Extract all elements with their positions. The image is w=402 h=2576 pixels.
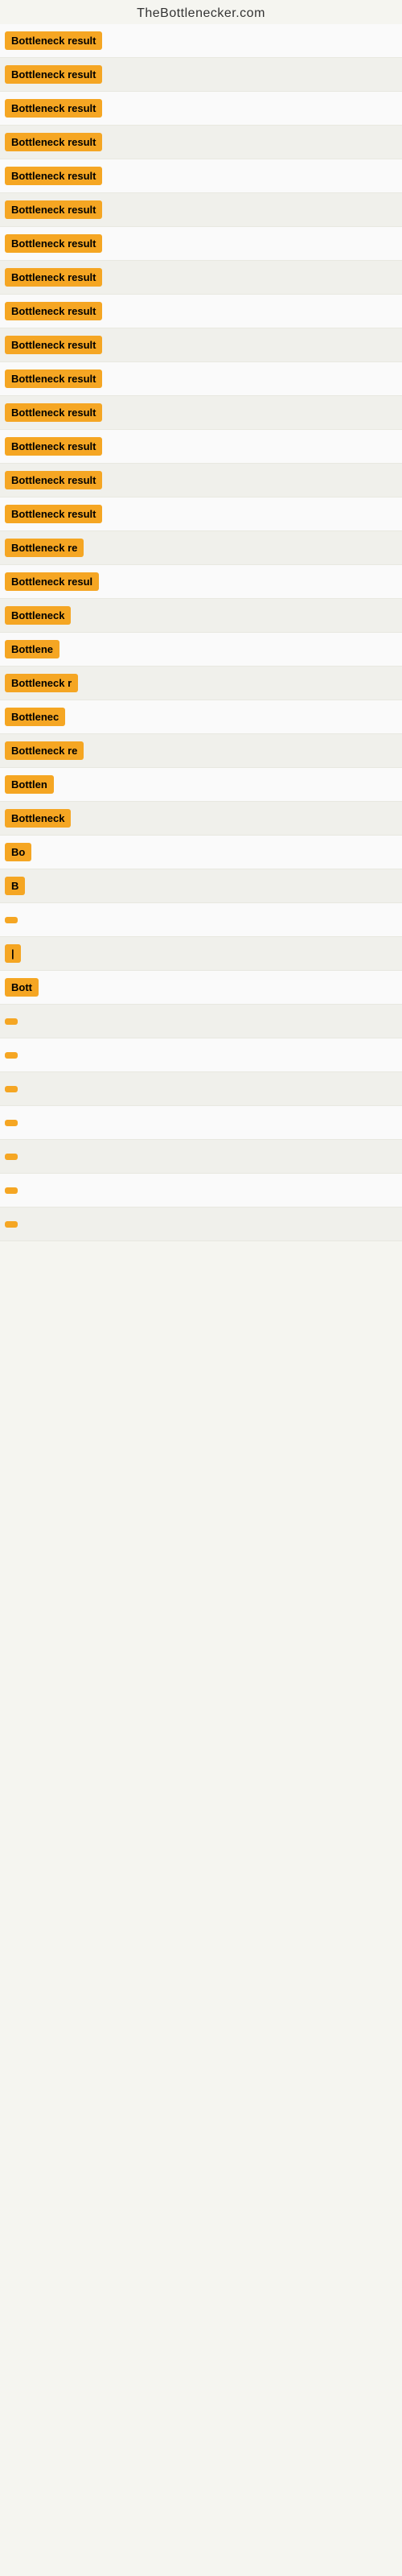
list-item: Bottleneck result [0,193,402,227]
list-item: Bottleneck result [0,227,402,261]
results-list: Bottleneck result Bottleneck result Bottle… [0,24,402,1241]
list-item: Bottleneck re [0,734,402,768]
bottleneck-result-label [5,1018,18,1025]
bottleneck-result-label: Bottleneck resul [5,572,99,591]
bottleneck-result-label: | [5,944,21,963]
list-item [0,903,402,937]
bottleneck-result-label: Bottleneck result [5,369,102,388]
list-item: Bottleneck result [0,497,402,531]
list-item: Bottleneck [0,802,402,836]
list-item: Bottleneck result [0,396,402,430]
list-item [0,1174,402,1208]
bottleneck-result-label: Bottleneck result [5,505,102,523]
bottleneck-result-label [5,1120,18,1126]
list-item: Bottlen [0,768,402,802]
list-item: Bottleneck result [0,295,402,328]
list-item: Bottleneck result [0,24,402,58]
bottleneck-result-label [5,1086,18,1092]
bottleneck-result-label: Bo [5,843,31,861]
list-item: Bottleneck re [0,531,402,565]
list-item: Bott [0,971,402,1005]
bottleneck-result-label [5,1052,18,1059]
bottleneck-result-label: Bottleneck result [5,437,102,456]
bottleneck-result-label: Bottleneck result [5,234,102,253]
bottleneck-result-label: Bottleneck result [5,403,102,422]
bottleneck-result-label: Bottleneck result [5,302,102,320]
bottleneck-result-label: Bottlenec [5,708,65,726]
list-item [0,1038,402,1072]
list-item: Bo [0,836,402,869]
bottleneck-result-label: Bottleneck re [5,539,84,557]
bottleneck-result-label: Bott [5,978,39,997]
list-item: Bottleneck r [0,667,402,700]
bottleneck-result-label: Bottleneck result [5,167,102,185]
bottleneck-result-label [5,1221,18,1228]
bottleneck-result-label: Bottleneck r [5,674,78,692]
bottleneck-result-label: Bottleneck result [5,99,102,118]
list-item [0,1005,402,1038]
bottleneck-result-label [5,917,18,923]
bottleneck-result-label: Bottleneck result [5,336,102,354]
list-item: Bottleneck result [0,328,402,362]
bottleneck-result-label [5,1154,18,1160]
list-item: Bottleneck result [0,430,402,464]
bottleneck-result-label: Bottleneck result [5,200,102,219]
list-item: Bottleneck result [0,58,402,92]
bottleneck-result-label: Bottlene [5,640,59,658]
bottleneck-result-label: Bottleneck [5,809,71,828]
bottleneck-result-label: Bottleneck result [5,65,102,84]
list-item: Bottleneck result [0,261,402,295]
list-item [0,1106,402,1140]
list-item: Bottlenec [0,700,402,734]
list-item: Bottleneck resul [0,565,402,599]
bottleneck-result-label: Bottleneck result [5,268,102,287]
bottleneck-result-label: Bottleneck re [5,741,84,760]
bottleneck-result-label: Bottleneck result [5,133,102,151]
list-item: Bottleneck result [0,464,402,497]
list-item: Bottleneck result [0,126,402,159]
list-item: Bottleneck result [0,362,402,396]
list-item [0,1140,402,1174]
list-item: | [0,937,402,971]
site-header: TheBottlenecker.com [0,0,402,24]
bottleneck-result-label: Bottleneck result [5,31,102,50]
list-item: Bottlene [0,633,402,667]
bottleneck-result-label: Bottleneck result [5,471,102,489]
site-title: TheBottlenecker.com [137,6,265,20]
bottleneck-result-label: Bottlen [5,775,54,794]
bottleneck-result-label [5,1187,18,1194]
bottleneck-result-label: Bottleneck [5,606,71,625]
list-item: Bottleneck result [0,92,402,126]
list-item [0,1208,402,1241]
list-item: B [0,869,402,903]
list-item: Bottleneck [0,599,402,633]
list-item: Bottleneck result [0,159,402,193]
list-item [0,1072,402,1106]
bottleneck-result-label: B [5,877,25,895]
